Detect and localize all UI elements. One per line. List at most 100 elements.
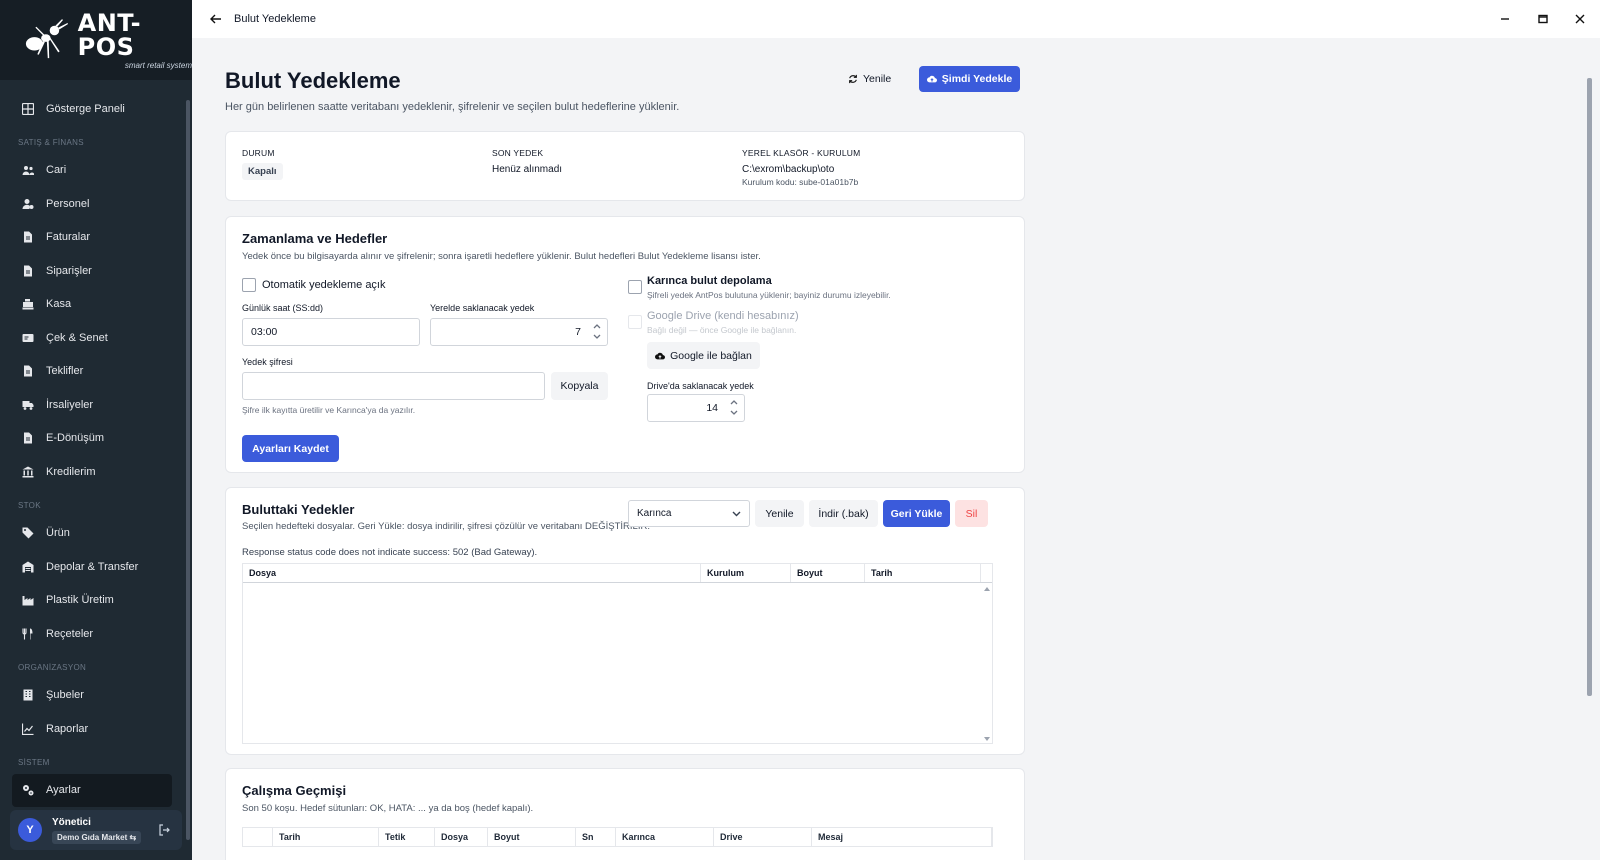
google-connect-button[interactable]: Google ile bağlan [647,342,760,369]
user-name: Yönetici [52,816,91,828]
column-header[interactable]: Kurulum [701,564,791,582]
karinca-checkbox[interactable] [628,280,642,294]
scroll-down-icon[interactable] [984,736,990,742]
sidebar-item-çek-senet[interactable]: Çek & Senet [0,321,192,355]
column-header[interactable]: Boyut [488,828,576,846]
table-scrollbar[interactable] [984,586,990,742]
target-select[interactable]: Karınca [628,500,750,527]
restore-button[interactable]: Geri Yükle [883,500,950,527]
daily-time-label: Günlük saat (SS:dd) [242,303,324,313]
logout-icon[interactable] [158,824,170,836]
history-title: Çalışma Geçmişi [242,783,347,798]
main-content: Bulut Yedekleme Her gün belirlenen saatt… [192,38,1592,860]
sidebar-item-reçeteler[interactable]: Reçeteler [0,617,192,651]
sidebar-item-siparişler[interactable]: Siparişler [0,254,192,288]
sidebar-section-title: SİSTEM [18,757,50,767]
user-gear-icon [22,198,34,209]
copy-button[interactable]: Kopyala [551,372,608,400]
status-card: DURUM Kapalı SON YEDEK Henüz alınmadı YE… [225,131,1025,201]
sidebar-item-label: Depolar & Transfer [46,560,139,573]
brand-logo[interactable]: ANT-POS smart retail system [0,0,192,80]
chevron-up-icon[interactable] [730,398,738,406]
sidebar-section-title: STOK [18,500,41,510]
sidebar-item-cari[interactable]: Cari [0,154,192,188]
cloud-description: Seçilen hedefteki dosyalar. Geri Yükle: … [242,521,650,532]
sidebar-item-personel[interactable]: Personel [0,187,192,221]
save-settings-button[interactable]: Ayarları Kaydet [242,435,339,462]
karinca-hint: Şifreli yedek AntPos bulutuna yüklenir; … [647,290,891,300]
chevron-down-icon[interactable] [730,409,738,417]
backup-password-input[interactable] [242,372,545,400]
sidebar-item-e-dönüşüm[interactable]: E-Dönüşüm [0,422,192,456]
password-hint: Şifre ilk kayıtta üretilir ve Karınca'ya… [242,405,416,415]
scroll-up-icon[interactable] [984,586,990,592]
sidebar-item-depolar-transfer[interactable]: Depolar & Transfer [0,550,192,584]
cloud-backups-card: Buluttaki Yedekler Seçilen hedefteki dos… [225,487,1025,755]
column-header [243,828,273,846]
chart-line-icon [22,723,34,735]
daily-time-input[interactable]: 03:00 [242,318,420,346]
column-header[interactable]: Dosya [243,564,701,582]
sidebar-item-şubeler[interactable]: Şubeler [0,679,192,713]
password-label: Yedek şifresi [242,357,293,367]
column-header[interactable]: Dosya [435,828,488,846]
main-scrollbar[interactable] [1587,78,1592,696]
gdrive-checkbox[interactable] [628,315,642,329]
refresh-icon [849,74,857,84]
dashboard-icon [22,102,34,115]
delete-button[interactable]: Sil [955,500,988,527]
close-button[interactable] [1574,0,1586,38]
sidebar-item-kredilerim[interactable]: Kredilerim [0,455,192,489]
sidebar-item-label: Ayarlar [46,784,81,797]
sidebar-item-label: Çek & Senet [46,331,108,344]
column-header[interactable]: Boyut [791,564,865,582]
backup-now-button[interactable]: Şimdi Yedekle [919,66,1020,92]
error-message: Response status code does not indicate s… [242,547,538,558]
file-icon [24,231,32,243]
column-header[interactable]: Tarih [865,564,981,582]
sidebar-item-ayarlar[interactable]: Ayarlar [12,773,172,807]
column-header[interactable]: Mesaj [812,828,992,846]
cloud-refresh-button[interactable]: Yenile [755,500,804,527]
sidebar-item-plastik-üretim[interactable]: Plastik Üretim [0,584,192,618]
sidebar-scrollbar[interactable] [186,100,190,840]
sidebar-nav: Gösterge Paneli SATIŞ & FİNANS Cari Persone… [0,80,192,807]
chevron-up-icon[interactable] [593,322,601,330]
sidebar-item-faturalar[interactable]: Faturalar [0,221,192,255]
column-header[interactable]: Tetik [379,828,435,846]
backup-now-label: Şimdi Yedekle [941,73,1013,85]
utensils-icon [22,628,33,640]
store-switcher[interactable]: Demo Gıda Market ⇆ [52,830,142,844]
download-button[interactable]: İndir (.bak) [809,500,878,527]
auto-backup-label: Otomatik yedekleme açık [262,279,386,291]
user-panel[interactable]: Y Yönetici Demo Gıda Market ⇆ [10,810,182,850]
sidebar-item-ürün[interactable]: Ürün [0,517,192,551]
chevron-down-icon[interactable] [593,333,601,341]
column-header[interactable]: Karınca [616,828,714,846]
gdrive-hint: Bağlı değil — önce Google ile bağlanın. [647,325,797,335]
run-history-card: Çalışma Geçmişi Son 50 koşu. Hedef sütun… [225,768,1025,860]
minimize-button[interactable] [1499,0,1511,38]
column-header[interactable]: Tarih [273,828,379,846]
refresh-button[interactable]: Yenile [840,66,899,92]
column-header[interactable]: Sn [576,828,616,846]
sidebar-item-kasa[interactable]: Kasa [0,288,192,322]
maximize-button[interactable] [1537,0,1549,38]
sidebar-item-raporlar[interactable]: Raporlar [0,712,192,746]
avatar: Y [18,818,42,842]
warehouse-icon [22,561,34,573]
keep-local-value: 7 [575,326,581,338]
sidebar-item-gösterge-paneli[interactable]: Gösterge Paneli [0,92,192,126]
google-connect-label: Google ile bağlan [670,349,752,362]
auto-backup-checkbox[interactable] [242,278,256,292]
keep-drive-stepper[interactable]: 14 [647,394,745,422]
page-title: Bulut Yedekleme [225,68,401,93]
back-arrow-icon[interactable] [208,11,224,27]
bank-icon [22,466,34,478]
sidebar-item-i-rsaliyeler[interactable]: İrsaliyeler [0,388,192,422]
sidebar-item-label: Kredilerim [46,465,96,478]
sidebar-item-teklifler[interactable]: Teklifler [0,355,192,389]
keep-local-stepper[interactable]: 7 [430,318,608,346]
column-header[interactable]: Drive [714,828,812,846]
window-title: Bulut Yedekleme [234,13,316,25]
